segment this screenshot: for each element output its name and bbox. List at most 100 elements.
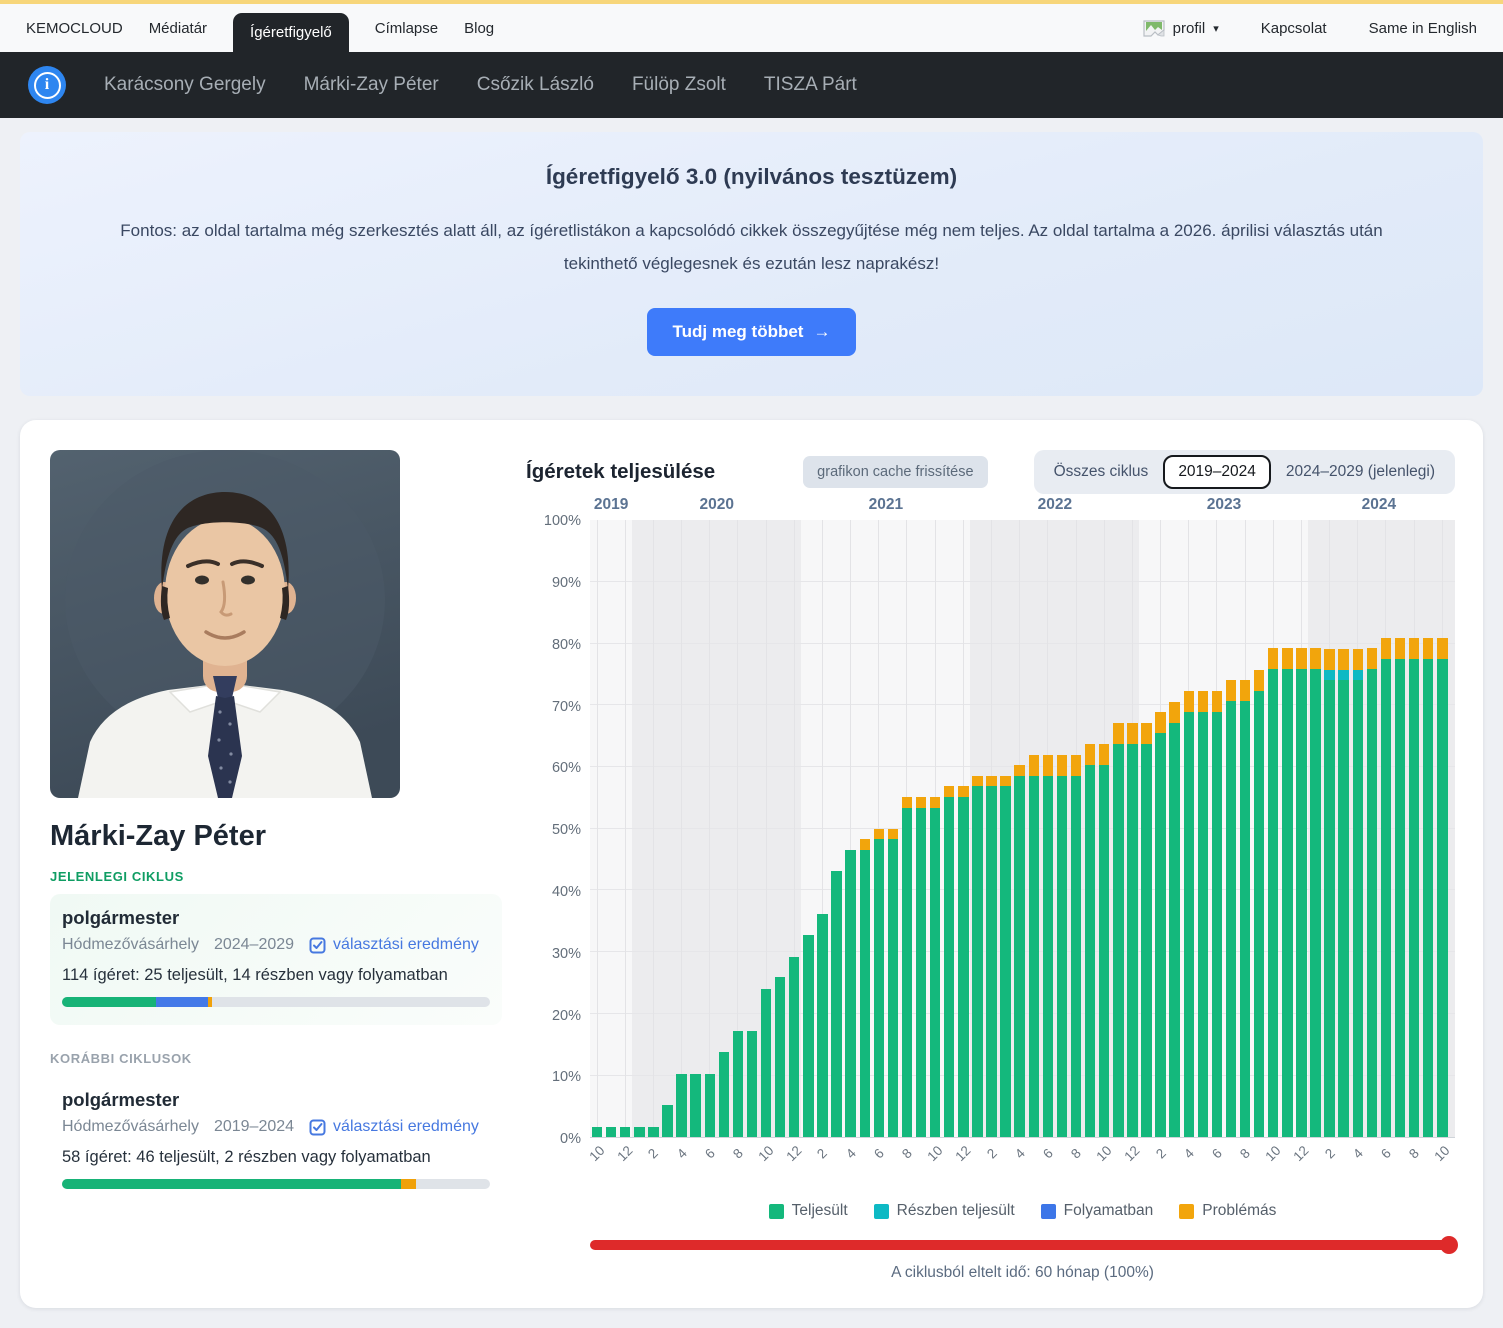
legend-item[interactable]: Folyamatban [1041,1202,1154,1220]
chart-bar-37[interactable] [1113,520,1123,1137]
chart-bar-8[interactable] [705,520,715,1137]
chart-bar-43[interactable] [1198,520,1208,1137]
chart-bar-49[interactable] [1282,520,1292,1137]
nav-item-kapcsolat[interactable]: Kapcsolat [1261,20,1327,37]
nav-item-cimlapse[interactable]: Címlapse [375,20,438,37]
chart-bar-24[interactable] [930,520,940,1137]
bar-segment [1127,723,1137,744]
chart-bar-52[interactable] [1324,520,1334,1137]
chart-bar-59[interactable] [1423,520,1433,1137]
chart-bar-51[interactable] [1310,520,1320,1137]
chart-bar-28[interactable] [986,520,996,1137]
tab-all-cycles[interactable]: Összes ciklus [1039,455,1164,489]
chart-bar-22[interactable] [902,520,912,1137]
nav-person-csozik[interactable]: Csőzik László [477,74,594,96]
chart-bar-14[interactable] [789,520,799,1137]
chart-bar-1[interactable] [606,520,616,1137]
chart-bar-3[interactable] [634,520,644,1137]
legend-item[interactable]: Problémás [1179,1202,1276,1220]
nav-item-language[interactable]: Same in English [1369,20,1477,37]
chart-bar-53[interactable] [1338,520,1348,1137]
chart-bar-46[interactable] [1240,520,1250,1137]
chart-bar-29[interactable] [1000,520,1010,1137]
nav-item-igeretfigyelo-active[interactable]: Ígéretfigyelő [233,13,349,52]
chart-bar-44[interactable] [1212,520,1222,1137]
chart-bar-58[interactable] [1409,520,1419,1137]
learn-more-button[interactable]: Tudj meg többet → [647,308,857,356]
bar-segment [986,786,996,1137]
chart-bar-38[interactable] [1127,520,1137,1137]
chart-bar-7[interactable] [690,520,700,1137]
chart-bar-2[interactable] [620,520,630,1137]
bar-segment [1338,670,1348,680]
chart-bar-55[interactable] [1367,520,1377,1137]
tab-2024-2029[interactable]: 2024–2029 (jelenlegi) [1271,455,1450,489]
chart-bar-21[interactable] [888,520,898,1137]
bar-segment [1395,659,1405,1138]
chart-bar-57[interactable] [1395,520,1405,1137]
legend-label: Teljesült [792,1202,848,1220]
chart-bar-48[interactable] [1268,520,1278,1137]
chart-bar-6[interactable] [676,520,686,1137]
chart-bar-0[interactable] [592,520,602,1137]
chart-bar-50[interactable] [1296,520,1306,1137]
refresh-cache-button[interactable]: grafikon cache frissítése [803,456,987,488]
chart-bar-33[interactable] [1057,520,1067,1137]
chart-bar-15[interactable] [803,520,813,1137]
chart-bar-41[interactable] [1169,520,1179,1137]
chart-bar-4[interactable] [648,520,658,1137]
chart-bar-9[interactable] [719,520,729,1137]
chart-bar-31[interactable] [1029,520,1039,1137]
chart-bar-5[interactable] [662,520,672,1137]
chart-bar-34[interactable] [1071,520,1081,1137]
legend-item[interactable]: Részben teljesült [874,1202,1015,1220]
nav-item-blog[interactable]: Blog [464,20,494,37]
chart-bar-12[interactable] [761,520,771,1137]
bar-segment [1198,712,1208,1138]
nav-person-fulop[interactable]: Fülöp Zsolt [632,74,726,96]
chart-bar-56[interactable] [1381,520,1391,1137]
chart-bar-11[interactable] [747,520,757,1137]
chart-bar-42[interactable] [1184,520,1194,1137]
chart-bar-13[interactable] [775,520,785,1137]
year-label: 2019 [594,496,628,514]
nav-person-karacsony[interactable]: Karácsony Gergely [104,74,266,96]
chart-bar-19[interactable] [860,520,870,1137]
chart-bar-20[interactable] [874,520,884,1137]
chart-bar-10[interactable] [733,520,743,1137]
x-tick-label: 10 [1428,1139,1457,1168]
chart-bar-25[interactable] [944,520,954,1137]
x-tick-label: 2 [639,1139,668,1168]
brand-kemocloud[interactable]: KEMOCLOUD [26,20,123,37]
bar-segment [902,808,912,1137]
chart-bar-36[interactable] [1099,520,1109,1137]
nav-item-mediatar[interactable]: Médiatár [149,20,207,37]
chart-bar-47[interactable] [1254,520,1264,1137]
chart-bar-32[interactable] [1043,520,1053,1137]
legend-item[interactable]: Teljesült [769,1202,848,1220]
slider-knob[interactable] [1440,1236,1458,1254]
nav-party-tisza[interactable]: TISZA Párt [764,74,857,96]
tab-2019-2024[interactable]: 2019–2024 [1163,455,1271,489]
chart-bar-17[interactable] [831,520,841,1137]
chart-bar-26[interactable] [958,520,968,1137]
chart-bar-30[interactable] [1014,520,1024,1137]
bar-segment [1212,712,1222,1138]
election-result-link[interactable]: választási eredmény [309,936,479,954]
info-icon[interactable]: i [28,66,66,104]
chart-bar-45[interactable] [1226,520,1236,1137]
chart-bar-27[interactable] [972,520,982,1137]
bar-segment [902,797,912,807]
chart-bar-54[interactable] [1353,520,1363,1137]
chart-bar-35[interactable] [1085,520,1095,1137]
chart-bar-39[interactable] [1141,520,1151,1137]
chart-bar-23[interactable] [916,520,926,1137]
chart-bar-18[interactable] [845,520,855,1137]
chart-bar-60[interactable] [1437,520,1447,1137]
election-result-link[interactable]: választási eredmény [309,1118,479,1136]
chart-bar-40[interactable] [1155,520,1165,1137]
nav-person-markizay[interactable]: Márki-Zay Péter [304,74,439,96]
elapsed-time-slider[interactable] [590,1240,1455,1250]
chart-bar-16[interactable] [817,520,827,1137]
profile-menu[interactable]: profil ▾ [1143,19,1219,37]
